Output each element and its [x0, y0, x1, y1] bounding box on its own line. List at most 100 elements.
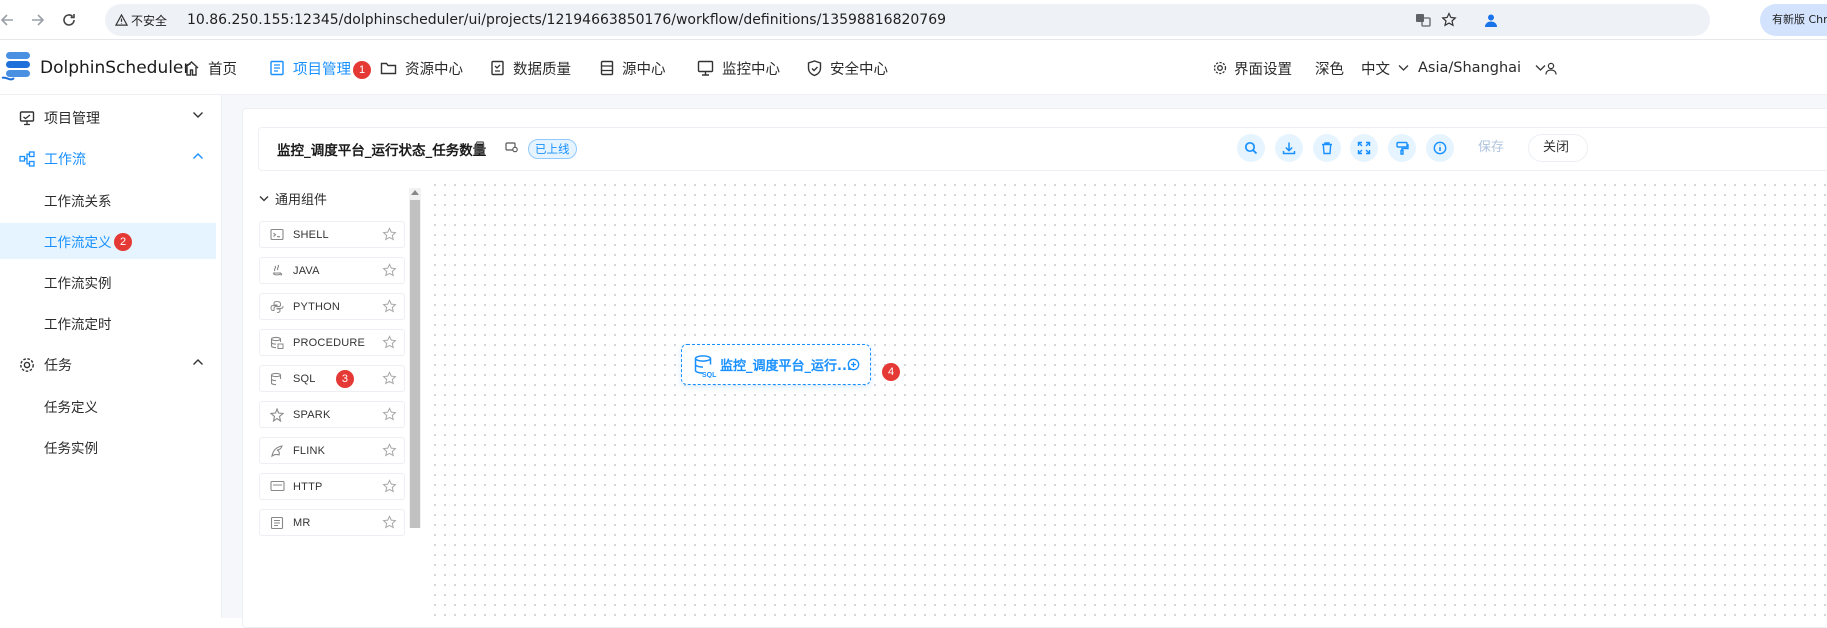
scroll-up-icon[interactable]	[411, 190, 419, 195]
nav-security[interactable]: 安全中心	[807, 41, 888, 95]
palette-item-http[interactable]: HTTP	[259, 473, 405, 500]
star-icon[interactable]	[382, 443, 397, 458]
star-icon[interactable]	[382, 371, 397, 386]
chevron-up-icon	[192, 152, 204, 160]
top-navigation: DolphinScheduler 首页 项目管理 1 资源中心 数据质量 源中心	[0, 41, 1827, 95]
palette-item-flink[interactable]: FLINK	[259, 437, 405, 464]
status-icon	[505, 141, 518, 153]
save-button[interactable]: 保存	[1464, 134, 1518, 162]
translate-icon[interactable]	[1412, 9, 1434, 31]
workflow-header	[258, 127, 1827, 171]
mr-icon	[270, 516, 284, 530]
user-menu[interactable]	[1545, 41, 1557, 95]
palette-item-python[interactable]: PYTHON	[259, 293, 405, 320]
star-icon[interactable]	[382, 479, 397, 494]
java-icon	[270, 264, 284, 278]
star-icon[interactable]	[382, 299, 397, 314]
nav-monitor[interactable]: 监控中心	[697, 41, 780, 95]
sidebar-group-project[interactable]: 项目管理	[0, 98, 216, 138]
copy-icon[interactable]	[473, 141, 485, 154]
close-button[interactable]: 关闭	[1528, 134, 1588, 162]
nav-resource[interactable]: 资源中心	[380, 41, 463, 95]
sidebar-item-workflow-definition[interactable]: 工作流定义 2	[0, 223, 216, 259]
sidebar-item-workflow-instance[interactable]: 工作流实例	[0, 264, 216, 300]
star-icon[interactable]	[382, 227, 397, 242]
project-icon	[269, 60, 285, 76]
palette-item-mr[interactable]: MR	[259, 509, 405, 536]
palette-item-shell[interactable]: SHELL	[259, 221, 405, 248]
update-button[interactable]: 有新版 Chrome	[1760, 4, 1827, 36]
star-icon[interactable]	[382, 263, 397, 278]
language-select[interactable]: 中文	[1361, 41, 1409, 95]
download-button[interactable]	[1275, 134, 1303, 162]
datasource-icon	[600, 60, 614, 76]
folder-icon	[380, 60, 397, 76]
nav-datasource-label: 源中心	[622, 61, 666, 78]
workflow-title: 监控_调度平台_运行状态_任务数量	[277, 143, 487, 159]
sidebar-item-label: 工作流关系	[44, 194, 112, 210]
ui-settings-button[interactable]: 界面设置	[1213, 41, 1292, 95]
delete-icon	[1320, 141, 1334, 155]
sidebar-group-label: 工作流	[44, 152, 86, 168]
sidebar-item-task-instance[interactable]: 任务实例	[0, 429, 216, 465]
sidebar-group-label: 任务	[44, 358, 72, 374]
database-icon	[270, 372, 284, 386]
dolphin-logo-icon	[0, 48, 36, 88]
search-icon	[1244, 141, 1258, 155]
warning-icon	[115, 13, 128, 27]
sidebar-group-label: 项目管理	[44, 111, 100, 127]
timezone-select[interactable]: Asia/Shanghai	[1418, 41, 1546, 95]
delete-button[interactable]	[1313, 134, 1341, 162]
info-button[interactable]	[1426, 134, 1454, 162]
security-label: 不安全	[131, 13, 168, 28]
security-indicator[interactable]: 不安全	[115, 9, 167, 31]
sidebar-group-workflow[interactable]: 工作流	[0, 139, 216, 179]
sidebar-item-workflow-timing[interactable]: 工作流定时	[0, 305, 216, 341]
palette-item-label: PROCEDURE	[293, 336, 366, 349]
palette-scrollbar-thumb[interactable]	[410, 200, 420, 528]
sidebar-item-workflow-relation[interactable]: 工作流关系	[0, 182, 216, 218]
palette-item-label: JAVA	[293, 264, 320, 277]
nav-project[interactable]: 项目管理 1	[269, 41, 371, 95]
star-icon[interactable]	[382, 335, 397, 350]
url-text[interactable]: 10.86.250.155:12345/dolphinscheduler/ui/…	[187, 9, 946, 31]
palette-item-sql[interactable]: SQL 3	[259, 365, 405, 392]
annotation-badge: 3	[336, 370, 354, 388]
palette-item-procedure[interactable]: PROCEDURE	[259, 329, 405, 356]
palette-group-header[interactable]: 通用组件	[259, 187, 327, 209]
fullscreen-button[interactable]	[1350, 134, 1378, 162]
palette-group-label: 通用组件	[275, 192, 328, 208]
palette-item-spark[interactable]: SPARK	[259, 401, 405, 428]
chevron-down-icon	[1398, 64, 1409, 72]
nav-home[interactable]: 首页	[183, 41, 237, 95]
palette-item-label: HTTP	[293, 480, 323, 493]
chevron-down-icon	[259, 195, 269, 202]
quality-icon	[490, 60, 505, 76]
palette-item-java[interactable]: JAVA	[259, 257, 405, 284]
dag-canvas[interactable]	[430, 180, 1827, 618]
info-icon	[1433, 141, 1447, 155]
nav-datasource[interactable]: 源中心	[600, 41, 666, 95]
star-icon[interactable]	[382, 407, 397, 422]
theme-toggle[interactable]: 深色	[1315, 41, 1344, 95]
nav-data-quality[interactable]: 数据质量	[490, 41, 571, 95]
annotation-badge: 2	[114, 233, 132, 251]
sidebar-item-task-definition[interactable]: 任务定义	[0, 388, 216, 424]
search-button[interactable]	[1237, 134, 1265, 162]
sidebar-group-task[interactable]: 任务	[0, 345, 216, 385]
format-button[interactable]	[1388, 134, 1416, 162]
add-circle-icon[interactable]	[847, 358, 860, 371]
profile-icon[interactable]	[1480, 9, 1502, 31]
back-icon[interactable]	[0, 9, 18, 31]
procedure-icon	[270, 336, 284, 350]
python-icon	[270, 300, 284, 314]
reload-icon[interactable]	[58, 9, 80, 31]
app-logo[interactable]: DolphinScheduler	[0, 47, 190, 89]
gear-icon	[1213, 61, 1227, 75]
dag-node-sql[interactable]: SQL 监控_调度平台_运行...	[681, 344, 871, 385]
palette-item-label: SHELL	[293, 228, 329, 241]
star-icon[interactable]	[382, 515, 397, 530]
bookmark-star-icon[interactable]	[1438, 9, 1460, 31]
forward-icon[interactable]	[27, 9, 49, 31]
node-type-label: SQL	[702, 372, 717, 378]
